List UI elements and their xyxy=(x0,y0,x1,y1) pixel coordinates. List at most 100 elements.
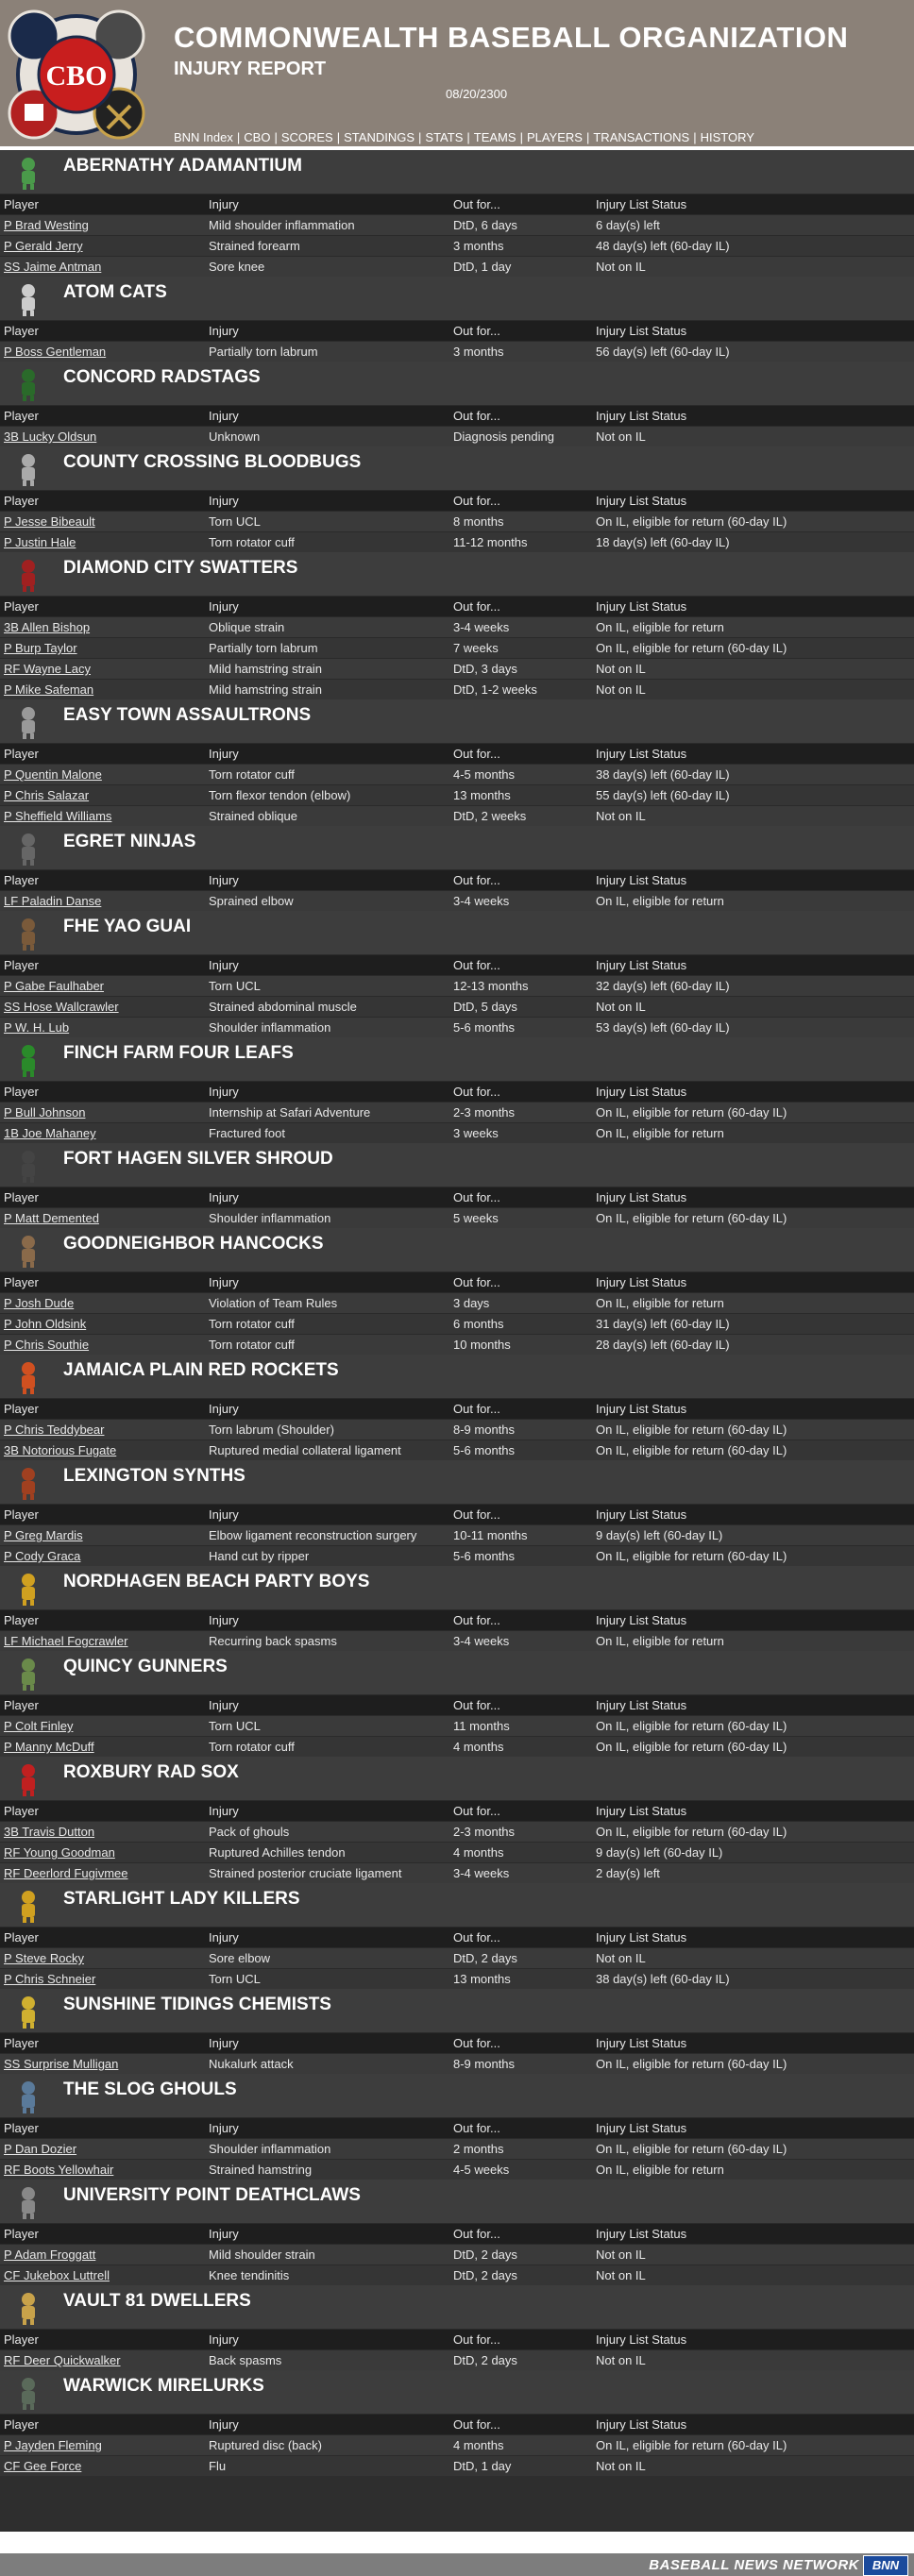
column-header: Injury List Status xyxy=(592,1272,914,1293)
player-link[interactable]: P W. H. Lub xyxy=(4,1020,69,1035)
player-link[interactable]: P Gabe Faulhaber xyxy=(4,979,104,993)
il-status-cell: 32 day(s) left (60-day IL) xyxy=(592,975,914,997)
table-row: P Jesse Bibeault Torn UCL 8 months On IL, e… xyxy=(0,511,914,532)
out-for-cell: 3-4 weeks xyxy=(449,616,592,638)
nav-link-scores[interactable]: SCORES xyxy=(281,130,333,144)
player-link[interactable]: P Cody Graca xyxy=(4,1549,80,1563)
injury-cell: Strained abdominal muscle xyxy=(205,996,449,1018)
nav-link-teams[interactable]: TEAMS xyxy=(474,130,516,144)
out-for-cell: 4-5 months xyxy=(449,764,592,785)
player-link[interactable]: P Manny McDuff xyxy=(4,1740,94,1754)
player-link[interactable]: P Colt Finley xyxy=(4,1719,73,1733)
player-link[interactable]: RF Wayne Lacy xyxy=(4,662,91,676)
nav-link-players[interactable]: PLAYERS xyxy=(527,130,583,144)
nav-link-history[interactable]: HISTORY xyxy=(701,130,754,144)
column-header: Out for... xyxy=(449,1610,592,1631)
player-link[interactable]: SS Surprise Mulligan xyxy=(4,2057,118,2071)
nav-link-standings[interactable]: STANDINGS xyxy=(344,130,415,144)
out-for-cell: 3-4 weeks xyxy=(449,1630,592,1651)
player-link[interactable]: P Gerald Jerry xyxy=(4,239,83,253)
injury-table: Player Injury Out for... Injury List Status… xyxy=(0,1928,914,1989)
column-header: Injury xyxy=(205,321,449,342)
out-for-cell: 5 weeks xyxy=(449,1207,592,1228)
nav-link-stats[interactable]: STATS xyxy=(425,130,463,144)
player-link[interactable]: SS Hose Wallcrawler xyxy=(4,1000,119,1014)
il-status-cell: On IL, eligible for return (60-day IL) xyxy=(592,1102,914,1123)
nav-separator: | xyxy=(466,130,470,144)
player-link[interactable]: P Burp Taylor xyxy=(4,641,77,655)
table-row: P Burp Taylor Partially torn labrum 7 week… xyxy=(0,637,914,659)
player-link[interactable]: CF Gee Force xyxy=(4,2459,81,2473)
player-link[interactable]: 3B Travis Dutton xyxy=(4,1825,94,1839)
player-link[interactable]: P John Oldsink xyxy=(4,1317,86,1331)
il-status-cell: Not on IL xyxy=(592,2265,914,2285)
column-header: Injury xyxy=(205,1928,449,1948)
team-header: FHE YAO GUAI xyxy=(0,911,914,955)
il-status-cell: On IL, eligible for return xyxy=(592,1292,914,1314)
table-row: RF Wayne Lacy Mild hamstring strain DtD, 3… xyxy=(0,658,914,680)
player-link[interactable]: RF Boots Yellowhair xyxy=(4,2163,113,2177)
player-link[interactable]: P Jayden Fleming xyxy=(4,2438,102,2452)
player-link[interactable]: LF Michael Fogcrawler xyxy=(4,1634,128,1648)
team-header: LEXINGTON SYNTHS xyxy=(0,1460,914,1505)
cbo-logo-icon: CBO xyxy=(8,9,145,140)
player-link[interactable]: CF Jukebox Luttrell xyxy=(4,2268,110,2282)
player-link[interactable]: P Chris Salazar xyxy=(4,788,89,802)
out-for-cell: 2-3 months xyxy=(449,1102,592,1123)
table-row: 3B Notorious Fugate Ruptured medial colla… xyxy=(0,1440,914,1460)
injury-cell: Strained posterior cruciate ligament xyxy=(205,1862,449,1883)
player-cell: P Chris Schneier xyxy=(0,1968,205,1989)
table-row: SS Jaime Antman Sore knee DtD, 1 day Not on… xyxy=(0,256,914,277)
player-link[interactable]: RF Deerlord Fugivmee xyxy=(4,1866,128,1880)
injury-cell: Knee tendinitis xyxy=(205,2265,449,2285)
player-link[interactable]: P Dan Dozier xyxy=(4,2142,76,2156)
il-status-cell: On IL, eligible for return xyxy=(592,1122,914,1143)
injury-cell: Sore elbow xyxy=(205,1947,449,1969)
table-row: SS Surprise Mulligan Nukalurk attack 8-9 m… xyxy=(0,2053,914,2074)
player-link[interactable]: P Quentin Malone xyxy=(4,767,102,782)
player-link[interactable]: P Jesse Bibeault xyxy=(4,514,95,529)
player-link[interactable]: P Bull Johnson xyxy=(4,1105,86,1120)
player-link[interactable]: P Justin Hale xyxy=(4,535,76,549)
column-header: Out for... xyxy=(449,955,592,976)
team-header: SUNSHINE TIDINGS CHEMISTS xyxy=(0,1989,914,2033)
player-link[interactable]: 3B Allen Bishop xyxy=(4,620,90,634)
nav-link-transactions[interactable]: TRANSACTIONS xyxy=(593,130,689,144)
player-link[interactable]: LF Paladin Danse xyxy=(4,894,101,908)
il-status-cell: On IL, eligible for return xyxy=(592,1630,914,1651)
injury-cell: Partially torn labrum xyxy=(205,637,449,659)
table-row: P Colt Finley Torn UCL 11 months On IL, eli… xyxy=(0,1715,914,1737)
out-for-cell: 5-6 months xyxy=(449,1017,592,1037)
nav-link-bnn-index[interactable]: BNN Index xyxy=(174,130,233,144)
team-header: UNIVERSITY POINT DEATHCLAWS xyxy=(0,2180,914,2224)
il-status-cell: 2 day(s) left xyxy=(592,1862,914,1883)
player-link[interactable]: SS Jaime Antman xyxy=(4,260,101,274)
player-link[interactable]: P Sheffield Williams xyxy=(4,809,111,823)
nav-link-cbo[interactable]: CBO xyxy=(244,130,270,144)
table-row: LF Michael Fogcrawler Recurring back spas… xyxy=(0,1630,914,1651)
out-for-cell: DtD, 2 days xyxy=(449,2244,592,2265)
svg-text:CBO: CBO xyxy=(45,60,107,92)
player-link[interactable]: 1B Joe Mahaney xyxy=(4,1126,96,1140)
player-link[interactable]: P Chris Teddybear xyxy=(4,1423,104,1437)
player-link[interactable]: P Chris Schneier xyxy=(4,1972,95,1986)
player-link[interactable]: RF Deer Quickwalker xyxy=(4,2353,121,2367)
table-row: P W. H. Lub Shoulder inflammation 5-6 mont… xyxy=(0,1017,914,1037)
player-link[interactable]: P Mike Safeman xyxy=(4,682,93,697)
player-link[interactable]: RF Young Goodman xyxy=(4,1845,115,1860)
player-link[interactable]: P Greg Mardis xyxy=(4,1528,83,1542)
team-name: UNIVERSITY POINT DEATHCLAWS xyxy=(63,2185,361,2205)
player-link[interactable]: P Steve Rocky xyxy=(4,1951,84,1965)
player-link[interactable]: P Brad Westing xyxy=(4,218,89,232)
player-link[interactable]: P Chris Southie xyxy=(4,1338,89,1352)
player-link[interactable]: 3B Notorious Fugate xyxy=(4,1443,116,1457)
team-name: ABERNATHY ADAMANTIUM xyxy=(63,156,302,176)
player-link[interactable]: P Boss Gentleman xyxy=(4,345,106,359)
player-link[interactable]: 3B Lucky Oldsun xyxy=(4,429,96,444)
out-for-cell: 8-9 months xyxy=(449,2053,592,2074)
player-link[interactable]: P Adam Froggatt xyxy=(4,2248,95,2262)
team-name: FINCH FARM FOUR LEAFS xyxy=(63,1043,294,1063)
team-section: JAMAICA PLAIN RED ROCKETS Player Injury Out… xyxy=(0,1355,914,1460)
player-link[interactable]: P Matt Demented xyxy=(4,1211,99,1225)
player-link[interactable]: P Josh Dude xyxy=(4,1296,74,1310)
